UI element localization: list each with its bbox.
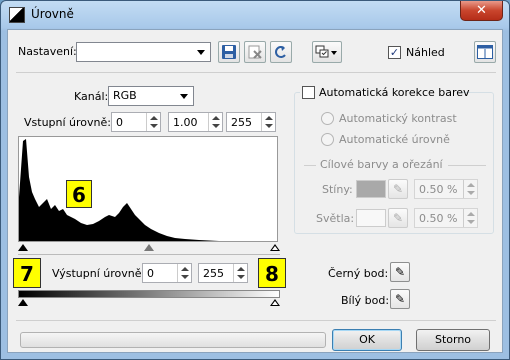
shadows-clip-value: 0.50 % — [419, 183, 458, 196]
output-slider-track[interactable] — [18, 298, 280, 308]
callout-badge-output-right: 8 — [258, 258, 286, 288]
input-levels-label: Vstupní úrovně: — [24, 116, 111, 129]
close-button[interactable]: ✕ — [460, 1, 503, 21]
targets-title: Cílové barvy a ořezání — [320, 158, 443, 171]
options-icon — [315, 45, 337, 58]
channel-label: Kanál: — [74, 90, 109, 103]
output-levels-label: Výstupní úrovně: — [52, 267, 146, 280]
cancel-button[interactable]: Storno — [416, 329, 490, 351]
auto-levels-radio[interactable] — [321, 133, 334, 146]
white-point-eyedropper-icon[interactable]: ✎ — [390, 289, 410, 309]
highlights-clip-value: 0.50 % — [419, 212, 458, 225]
window-title: Úrovně — [31, 7, 74, 21]
highlights-clip-spinner[interactable]: 0.50 % — [414, 208, 478, 228]
reset-button[interactable] — [270, 41, 292, 63]
input-black-value: 0 — [116, 116, 123, 129]
spinner-arrows-icon[interactable] — [261, 113, 275, 131]
histogram-graph — [19, 139, 219, 241]
spinner-arrows-icon[interactable] — [208, 113, 222, 131]
save-icon — [222, 45, 236, 59]
footer-separator — [16, 320, 496, 321]
levels-dialog: Úrovně ✕ Nastavení: ✓ Náhled Kanál: RGB … — [0, 0, 510, 360]
progress-bar — [20, 332, 326, 348]
input-gamma-value: 1.00 — [173, 116, 198, 129]
highlights-color-swatch[interactable] — [356, 209, 386, 227]
layout-icon — [477, 45, 493, 59]
shadows-color-swatch[interactable] — [356, 180, 386, 198]
options-button[interactable] — [312, 41, 342, 63]
spinner-arrows-icon[interactable] — [463, 180, 477, 198]
delete-icon — [248, 45, 262, 59]
delete-preset-button[interactable] — [244, 41, 266, 63]
preview-checkbox[interactable]: ✓ — [388, 46, 401, 59]
preset-label: Nastavení: — [18, 45, 77, 58]
preview-label: Náhled — [406, 46, 445, 59]
output-white-handle[interactable] — [270, 299, 280, 306]
ok-button[interactable]: OK — [332, 329, 402, 351]
input-white-value: 255 — [231, 116, 252, 129]
shadows-label: Stíny: — [322, 183, 353, 196]
eyedropper-icon[interactable]: ✎ — [388, 179, 408, 199]
spinner-arrows-icon[interactable] — [146, 113, 160, 131]
shadows-clip-spinner[interactable]: 0.50 % — [414, 179, 478, 199]
spinner-arrows-icon[interactable] — [463, 209, 477, 227]
callout-badge-output-left: 7 — [13, 258, 41, 288]
highlights-label: Světla: — [316, 212, 355, 225]
preset-select[interactable] — [76, 42, 211, 62]
input-white-spinner[interactable]: 255 — [226, 112, 276, 132]
chevron-down-icon — [180, 94, 188, 99]
input-gamma-spinner[interactable]: 1.00 — [168, 112, 223, 132]
output-black-handle[interactable] — [18, 299, 28, 306]
white-point-label: Bílý bod: — [341, 294, 390, 307]
black-point-label: Černý bod: — [328, 267, 389, 280]
auto-levels-label: Automatické úrovně — [339, 133, 450, 146]
auto-contrast-radio[interactable] — [321, 112, 334, 125]
input-white-handle[interactable] — [270, 244, 280, 251]
targets-rule-right — [448, 165, 486, 166]
auto-correction-checkbox[interactable] — [302, 86, 315, 99]
reset-icon — [275, 46, 286, 58]
layout-toggle-button[interactable] — [474, 41, 496, 63]
eyedropper-icon[interactable]: ✎ — [388, 208, 408, 228]
slider-divider — [18, 254, 280, 255]
chevron-down-icon — [197, 50, 205, 55]
output-white-value: 255 — [203, 267, 224, 280]
input-black-spinner[interactable]: 0 — [111, 112, 161, 132]
input-slider-track[interactable] — [18, 242, 280, 254]
channel-value: RGB — [113, 89, 137, 102]
auto-correction-label: Automatická korekce barev — [319, 86, 470, 99]
histogram-panel: 6 — [18, 136, 278, 242]
input-gamma-handle[interactable] — [144, 244, 154, 251]
input-black-handle[interactable] — [18, 244, 28, 251]
targets-rule-left — [304, 165, 316, 166]
dialog-client: Nastavení: ✓ Náhled Kanál: RGB Vstupní ú… — [7, 29, 503, 353]
black-point-eyedropper-icon[interactable]: ✎ — [390, 262, 410, 282]
channel-select[interactable]: RGB — [108, 86, 194, 106]
title-bar[interactable]: Úrovně ✕ — [1, 1, 509, 29]
header-separator — [16, 72, 496, 73]
levels-app-icon — [9, 7, 25, 23]
output-black-spinner[interactable]: 0 — [142, 263, 192, 283]
output-white-spinner[interactable]: 255 — [198, 263, 248, 283]
output-gradient-bar — [18, 290, 280, 298]
auto-contrast-label: Automatický kontrast — [339, 112, 457, 125]
spinner-arrows-icon[interactable] — [233, 264, 247, 282]
callout-badge-histogram: 6 — [66, 180, 92, 208]
output-black-value: 0 — [147, 267, 154, 280]
save-preset-button[interactable] — [218, 41, 240, 63]
spinner-arrows-icon[interactable] — [177, 264, 191, 282]
